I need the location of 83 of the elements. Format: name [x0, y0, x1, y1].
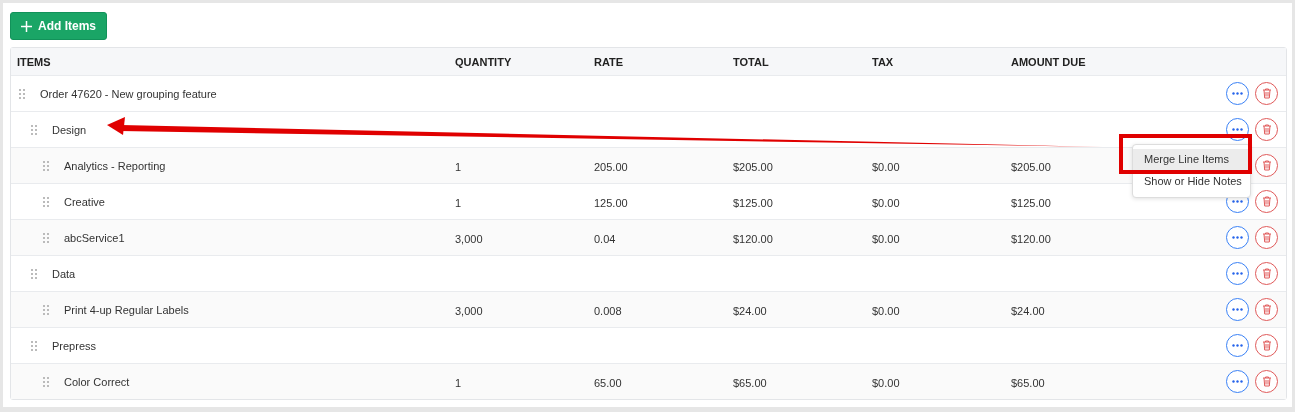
- trash-icon: [1261, 88, 1272, 99]
- table-cell: $125.00: [733, 196, 773, 209]
- column-header: RATE: [594, 55, 625, 68]
- more-options-button[interactable]: [1226, 82, 1249, 105]
- item-name: Order 47620 - New grouping feature: [40, 87, 217, 100]
- item-name: Print 4-up Regular Labels: [64, 303, 189, 316]
- item-name: Prepress: [52, 339, 97, 352]
- trash-icon: [1261, 340, 1272, 351]
- table-cell: $0.00: [872, 376, 900, 389]
- drag-handle-icon[interactable]: [43, 232, 49, 243]
- column-header: QUANTITY: [455, 55, 513, 68]
- delete-button[interactable]: [1255, 334, 1278, 357]
- ellipsis-icon: [1232, 92, 1243, 95]
- delete-button[interactable]: [1255, 262, 1278, 285]
- ellipsis-icon: [1232, 380, 1243, 383]
- trash-icon: [1261, 232, 1272, 243]
- ellipsis-icon: [1232, 128, 1243, 131]
- table-cell: $0.00: [872, 232, 900, 245]
- table-cell: 0.008: [594, 304, 622, 317]
- delete-button[interactable]: [1255, 82, 1278, 105]
- item-name: Data: [52, 267, 76, 280]
- delete-button[interactable]: [1255, 118, 1278, 141]
- trash-icon: [1261, 124, 1272, 135]
- delete-button[interactable]: [1255, 190, 1278, 213]
- trash-icon: [1261, 196, 1272, 207]
- table-cell: $0.00: [872, 160, 900, 173]
- item-name: abcService1: [64, 231, 125, 244]
- table-cell: 125.00: [594, 196, 628, 209]
- column-header: AMOUNT DUE: [1011, 55, 1087, 68]
- drag-handle-icon[interactable]: [43, 304, 49, 315]
- ellipsis-icon: [1232, 308, 1243, 311]
- drag-handle-icon[interactable]: [43, 160, 49, 171]
- table-cell: $120.00: [1011, 232, 1051, 245]
- delete-button[interactable]: [1255, 154, 1278, 177]
- column-header: TAX: [872, 55, 895, 68]
- table-cell: $24.00: [1011, 304, 1045, 317]
- delete-button[interactable]: [1255, 370, 1278, 393]
- table-cell: 3,000: [455, 304, 483, 317]
- menu-item[interactable]: Merge Line Items: [1133, 149, 1250, 171]
- drag-handle-icon[interactable]: [43, 376, 49, 387]
- table-cell: 1: [455, 376, 462, 389]
- table-cell: $205.00: [733, 160, 773, 173]
- ellipsis-icon: [1232, 344, 1243, 347]
- table-cell: $0.00: [872, 304, 900, 317]
- trash-icon: [1261, 376, 1272, 387]
- ellipsis-icon: [1232, 236, 1243, 239]
- drag-handle-icon[interactable]: [19, 88, 25, 99]
- trash-icon: [1261, 268, 1272, 279]
- table-cell: 65.00: [594, 376, 622, 389]
- more-options-button[interactable]: [1226, 334, 1249, 357]
- table-cell: $65.00: [733, 376, 767, 389]
- column-header: TOTAL: [733, 55, 770, 68]
- item-name: Color Correct: [64, 375, 130, 388]
- item-name: Creative: [64, 195, 105, 208]
- table-cell: 3,000: [455, 232, 483, 245]
- table-cell: $65.00: [1011, 376, 1045, 389]
- table-cell: $24.00: [733, 304, 767, 317]
- more-options-button[interactable]: [1226, 370, 1249, 393]
- drag-handle-icon[interactable]: [31, 340, 37, 351]
- table-cell: $125.00: [1011, 196, 1051, 209]
- column-header: ITEMS: [16, 55, 52, 68]
- drag-handle-icon[interactable]: [31, 268, 37, 279]
- table-cell: 205.00: [594, 160, 628, 173]
- plus-icon: [21, 20, 32, 32]
- table-cell: 0.04: [594, 232, 616, 245]
- table-cell: 1: [455, 196, 462, 209]
- delete-button[interactable]: [1255, 226, 1278, 249]
- ellipsis-icon: [1232, 200, 1243, 203]
- table-cell: $0.00: [872, 196, 900, 209]
- ellipsis-icon: [1232, 272, 1243, 275]
- table-cell: $120.00: [733, 232, 773, 245]
- trash-icon: [1261, 160, 1272, 171]
- delete-button[interactable]: [1255, 298, 1278, 321]
- trash-icon: [1261, 304, 1272, 315]
- more-options-button[interactable]: [1226, 226, 1249, 249]
- drag-handle-icon[interactable]: [43, 196, 49, 207]
- table-cell: 1: [455, 160, 462, 173]
- item-name: Design: [52, 123, 87, 136]
- item-name: Analytics - Reporting: [64, 159, 166, 172]
- table-cell: $205.00: [1011, 160, 1051, 173]
- more-options-button[interactable]: [1226, 298, 1249, 321]
- more-options-button[interactable]: [1226, 262, 1249, 285]
- drag-handle-icon[interactable]: [31, 124, 37, 135]
